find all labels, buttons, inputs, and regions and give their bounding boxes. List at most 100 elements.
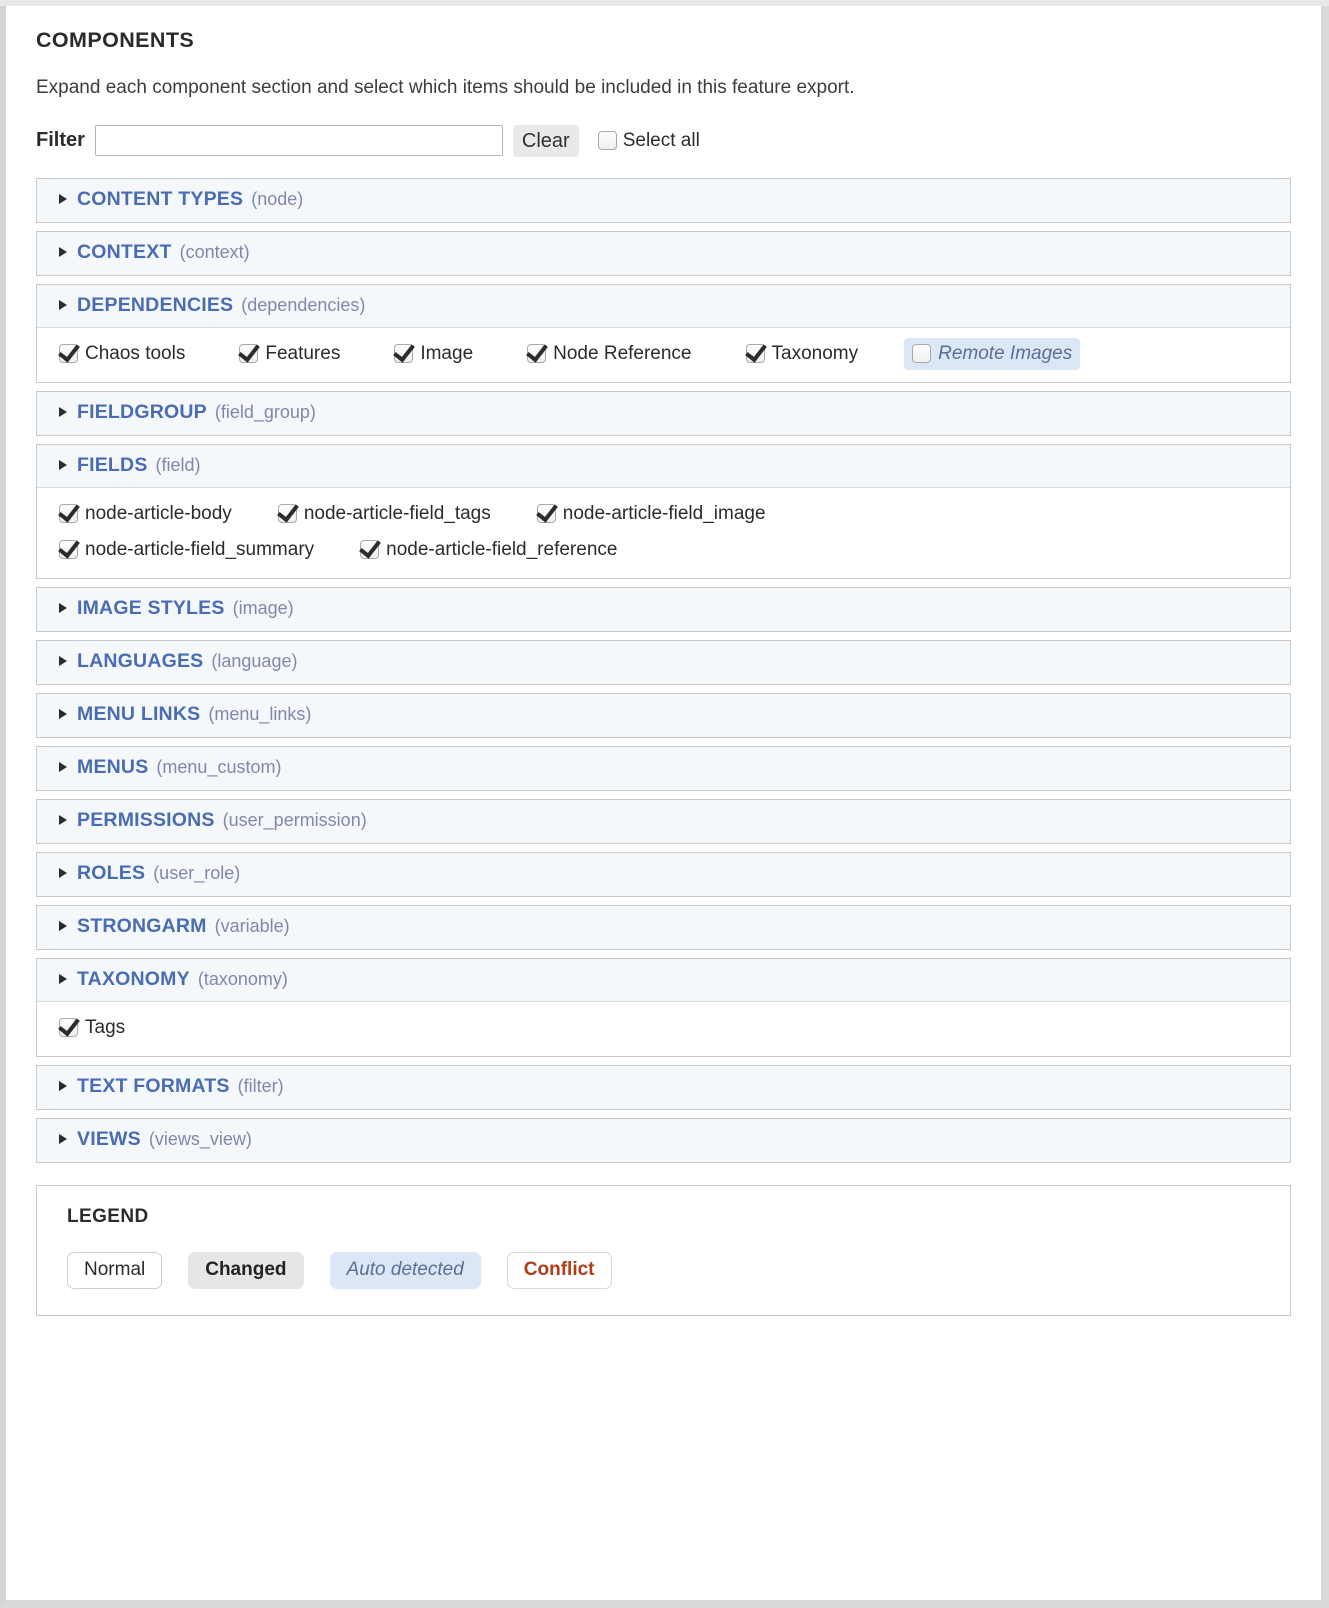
component-item[interactable]: Chaos tools (51, 338, 193, 370)
item-label: Chaos tools (85, 342, 186, 364)
item-checkbox[interactable] (59, 540, 78, 560)
triangle-right-icon (59, 762, 67, 773)
item-checkbox[interactable] (59, 1018, 78, 1038)
section-header-languages[interactable]: LANGUAGES (language) (37, 640, 1290, 684)
component-section: ROLES (user_role) (36, 851, 1291, 897)
section-machine-name: (menu_links) (208, 703, 312, 724)
item-label: node-article-body (85, 502, 232, 524)
item-checkbox[interactable] (59, 504, 78, 524)
select-all-label: Select all (622, 129, 700, 151)
triangle-right-icon (59, 1081, 67, 1092)
clear-button[interactable]: Clear (512, 124, 579, 157)
triangle-right-icon (59, 194, 67, 205)
item-checkbox[interactable] (527, 344, 547, 364)
item-row: Tags (51, 1010, 1276, 1046)
component-section: FIELDS (field) node-article-body node-artic… (36, 443, 1291, 579)
section-body: Tags (37, 1001, 1290, 1056)
section-header-taxonomy[interactable]: TAXONOMY (taxonomy) (37, 958, 1290, 1002)
section-title: VIEWS (77, 1127, 141, 1150)
component-item[interactable]: node-article-field_image (529, 498, 774, 530)
item-checkbox[interactable] (394, 344, 414, 364)
component-section: PERMISSIONS (user_permission) (36, 798, 1291, 844)
filter-label: Filter (36, 129, 85, 152)
section-machine-name: (language) (211, 650, 298, 671)
section-header-roles[interactable]: ROLES (user_role) (37, 852, 1290, 896)
section-header-dependencies[interactable]: DEPENDENCIES (dependencies) (37, 284, 1290, 328)
section-header-image-styles[interactable]: IMAGE STYLES (image) (37, 587, 1290, 631)
component-sections: CONTENT TYPES (node) CONTEXT (context) DEPEN… (36, 177, 1291, 1163)
item-label: node-article-field_image (562, 502, 766, 524)
triangle-right-icon (59, 974, 67, 985)
item-label: Taxonomy (771, 342, 859, 364)
component-item[interactable]: node-article-field_reference (352, 534, 625, 566)
section-machine-name: (user_role) (153, 862, 241, 883)
filter-row: Filter Clear Select all (36, 124, 1291, 158)
component-item[interactable]: Features (231, 338, 348, 370)
component-item[interactable]: Tags (51, 1012, 133, 1044)
component-item[interactable]: Image (386, 338, 481, 370)
section-header-permissions[interactable]: PERMISSIONS (user_permission) (37, 799, 1290, 843)
section-machine-name: (variable) (214, 915, 290, 936)
section-header-views[interactable]: VIEWS (views_view) (37, 1118, 1290, 1162)
component-item[interactable]: Taxonomy (738, 338, 867, 370)
legend-badge-changed: Changed (188, 1251, 304, 1289)
component-item[interactable]: node-article-field_tags (270, 498, 499, 530)
section-machine-name: (image) (232, 597, 294, 618)
section-title: TEXT FORMATS (77, 1074, 230, 1097)
component-item[interactable]: node-article-body (51, 498, 240, 530)
page-title: COMPONENTS (36, 28, 195, 52)
item-label: Image (420, 342, 474, 364)
component-section: MENU LINKS (menu_links) (36, 692, 1291, 738)
section-header-menu-links[interactable]: MENU LINKS (menu_links) (37, 693, 1290, 737)
section-header-strongarm[interactable]: STRONGARM (variable) (37, 905, 1290, 949)
component-section: MENUS (menu_custom) (36, 745, 1291, 791)
item-checkbox[interactable] (59, 344, 78, 364)
triangle-right-icon (59, 815, 67, 826)
section-title: PERMISSIONS (77, 808, 215, 831)
select-all-checkbox[interactable] (597, 131, 617, 151)
component-item[interactable]: Remote Images (904, 337, 1081, 370)
component-section: DEPENDENCIES (dependencies) Chaos tools Fea… (36, 283, 1291, 383)
item-label: Tags (85, 1016, 126, 1038)
component-section: STRONGARM (variable) (36, 904, 1291, 950)
section-title: TAXONOMY (77, 967, 190, 990)
item-checkbox[interactable] (277, 504, 297, 524)
triangle-right-icon (59, 868, 67, 879)
filter-input[interactable] (94, 125, 503, 157)
select-all-control[interactable]: Select all (597, 129, 700, 152)
triangle-right-icon (59, 460, 67, 471)
item-checkbox[interactable] (912, 344, 932, 364)
item-checkbox[interactable] (536, 504, 556, 524)
component-section: CONTENT TYPES (node) (36, 177, 1291, 223)
item-checkbox[interactable] (239, 344, 259, 364)
section-header-fields[interactable]: FIELDS (field) (37, 444, 1290, 488)
section-header-menus[interactable]: MENUS (menu_custom) (37, 746, 1290, 790)
section-body: Chaos tools Features Image Node Reference Ta… (37, 327, 1290, 382)
item-checkbox[interactable] (360, 540, 380, 560)
triangle-right-icon (59, 921, 67, 932)
component-item[interactable]: Node Reference (519, 338, 699, 370)
component-section: LANGUAGES (language) (36, 639, 1291, 685)
legend-badge-autodetected: Auto detected (329, 1251, 481, 1289)
item-label: Features (265, 342, 341, 364)
components-panel: COMPONENTS Expand each component section… (6, 6, 1321, 1342)
item-checkbox[interactable] (745, 344, 765, 364)
section-machine-name: (menu_custom) (156, 756, 282, 777)
component-item[interactable]: node-article-field_summary (51, 534, 322, 566)
section-header-context[interactable]: CONTEXT (context) (37, 231, 1290, 275)
item-row: node-article-body node-article-field_tags… (51, 496, 1276, 532)
item-label: Remote Images (938, 342, 1073, 364)
item-row: Chaos tools Features Image Node Reference Ta… (51, 336, 1276, 372)
component-section: TAXONOMY (taxonomy) Tags (36, 957, 1291, 1057)
triangle-right-icon (59, 1134, 67, 1145)
triangle-right-icon (59, 407, 67, 418)
section-title: ROLES (77, 861, 146, 884)
section-header-fieldgroup[interactable]: FIELDGROUP (field_group) (37, 391, 1290, 435)
legend-badges: Normal Changed Auto detected Conflict (67, 1251, 1260, 1289)
section-machine-name: (filter) (237, 1075, 284, 1096)
section-header-text-formats[interactable]: TEXT FORMATS (filter) (37, 1065, 1290, 1109)
section-title: DEPENDENCIES (77, 293, 234, 316)
item-label: node-article-field_summary (85, 538, 315, 560)
section-header-content-types[interactable]: CONTENT TYPES (node) (37, 178, 1290, 222)
component-section: VIEWS (views_view) (36, 1117, 1291, 1163)
